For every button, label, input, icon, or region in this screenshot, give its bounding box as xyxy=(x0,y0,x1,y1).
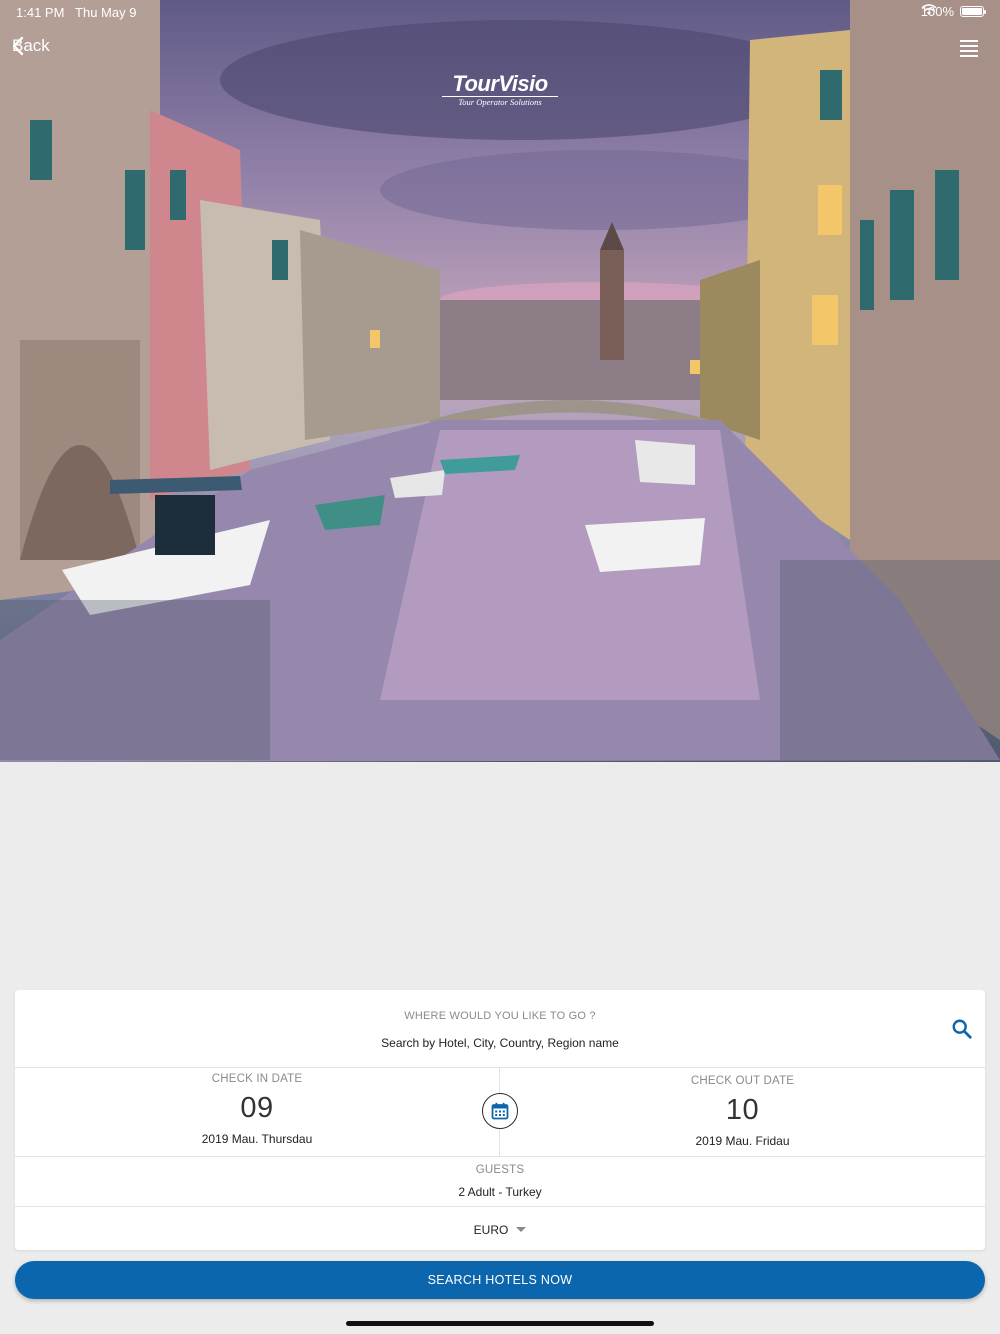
currency-value: EURO xyxy=(473,1223,509,1237)
destination-field[interactable]: WHERE WOULD YOU LIKE TO GO ? Search by H… xyxy=(15,990,985,1068)
check-out-day: 10 xyxy=(725,1094,760,1126)
date-text: Thu May 9 xyxy=(75,5,137,20)
check-in-day: 09 xyxy=(240,1092,274,1124)
battery-icon xyxy=(960,6,986,17)
calendar-icon xyxy=(491,1102,509,1120)
venice-canal-illustration xyxy=(0,0,1000,762)
guests-value: 2 Adult - Turkey xyxy=(458,1185,542,1199)
destination-label: WHERE WOULD YOU LIKE TO GO ? xyxy=(404,1010,596,1022)
hero-image: 1:41 PM Thu May 9 100% Back TourVisio To… xyxy=(0,0,1000,762)
check-out-detail: 2019 Mau. Fridau xyxy=(695,1134,790,1148)
tourvisio-logo: TourVisio Tour Operator Solutions xyxy=(442,72,558,107)
destination-placeholder: Search by Hotel, City, Country, Region n… xyxy=(381,1036,619,1050)
check-in-date[interactable]: CHECK IN DATE 09 2019 Mau. Thursdau xyxy=(15,1068,500,1157)
check-out-date[interactable]: CHECK OUT DATE 10 2019 Mau. Fridau xyxy=(500,1068,985,1157)
logo-brand: TourVisio xyxy=(452,71,548,96)
check-in-label: CHECK IN DATE xyxy=(211,1073,303,1085)
hotel-search-form: WHERE WOULD YOU LIKE TO GO ? Search by H… xyxy=(15,990,985,1250)
home-indicator[interactable] xyxy=(346,1321,654,1326)
guests-label: GUESTS xyxy=(475,1164,525,1176)
search-icon[interactable] xyxy=(951,1018,973,1040)
check-in-detail: 2019 Mau. Thursdau xyxy=(201,1132,313,1146)
status-time: 1:41 PM Thu May 9 xyxy=(16,5,136,20)
guests-field[interactable]: GUESTS 2 Adult - Turkey xyxy=(15,1157,985,1207)
date-selector: CHECK IN DATE 09 2019 Mau. Thursdau CHEC… xyxy=(15,1068,985,1157)
status-right: 100% xyxy=(921,4,986,19)
logo-tagline: Tour Operator Solutions xyxy=(442,96,558,107)
currency-select[interactable]: EURO xyxy=(15,1207,985,1250)
status-bar: 1:41 PM Thu May 9 100% xyxy=(0,0,1000,24)
back-button[interactable]: Back xyxy=(12,36,50,56)
search-hotels-button[interactable]: SEARCH HOTELS NOW xyxy=(15,1261,985,1299)
hamburger-menu-icon[interactable] xyxy=(960,40,978,57)
check-out-label: CHECK OUT DATE xyxy=(690,1075,795,1087)
chevron-left-icon xyxy=(12,36,24,56)
time-text: 1:41 PM xyxy=(16,5,65,20)
wifi-icon xyxy=(921,4,937,15)
caret-down-icon xyxy=(516,1227,527,1233)
calendar-button[interactable] xyxy=(482,1093,518,1129)
